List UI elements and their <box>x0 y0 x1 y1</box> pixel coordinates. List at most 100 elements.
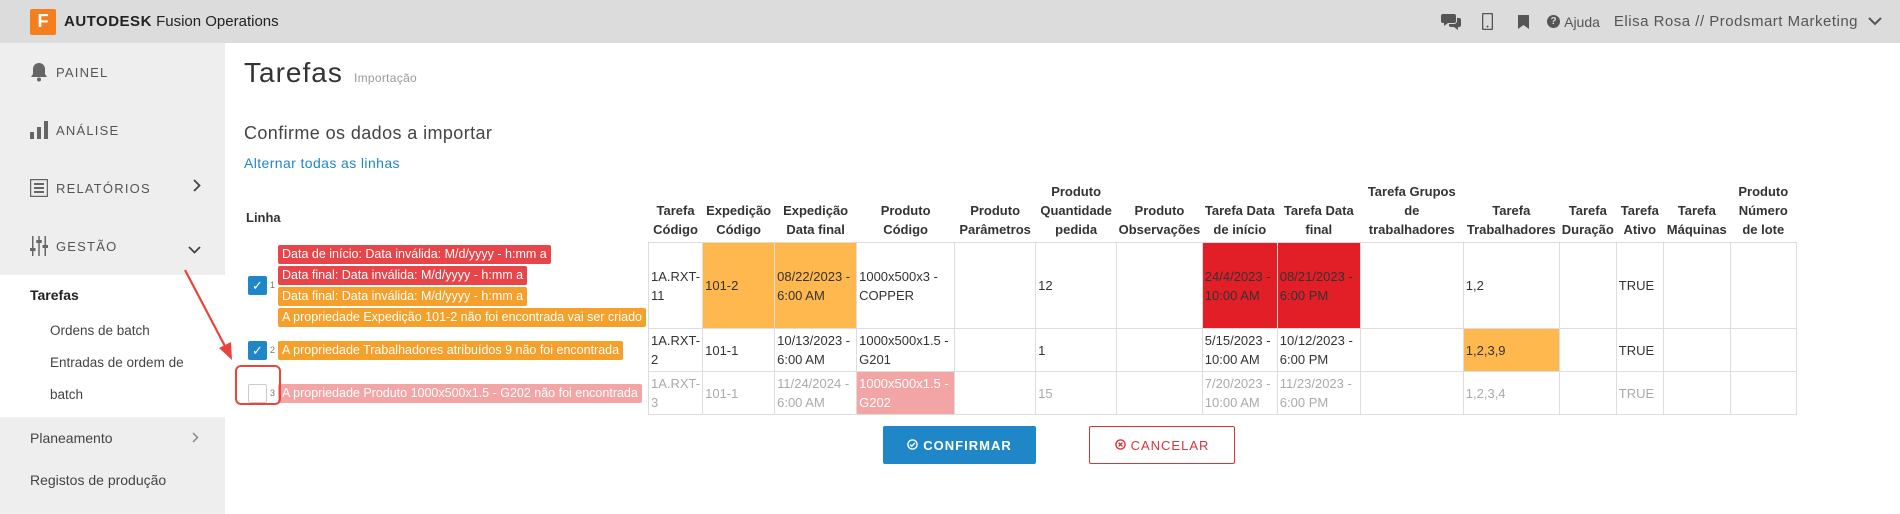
table-cell: 5/15/2023 - 10:00 AM <box>1201 328 1278 372</box>
column-header: Tarefa Máquinas <box>1666 203 1727 237</box>
confirm-button[interactable]: CONFIRMAR <box>883 426 1036 464</box>
table-cell <box>1558 328 1617 372</box>
column-header: Expedição Data final <box>783 203 849 237</box>
table-cell <box>1662 328 1731 372</box>
cancel-circle-icon <box>1114 438 1126 453</box>
brand-autodesk: AUTODESK <box>64 13 152 30</box>
table-cell: 10/12/2023 - 6:00 PM <box>1276 328 1361 372</box>
table-cell: 1,2,3,4 <box>1462 371 1560 415</box>
confirm-label: CONFIRMAR <box>923 437 1012 453</box>
column-header: Tarefa Data final <box>1283 203 1354 237</box>
table-row: ✓ 2 A propriedade Trabalhadores atribuíd… <box>244 328 1797 372</box>
table-cell: TRUE <box>1615 371 1664 415</box>
bell-icon <box>28 61 50 83</box>
help-link[interactable]: ? Ajuda <box>1547 14 1600 30</box>
chevron-right-icon <box>193 179 201 197</box>
annotation-highlight-box <box>235 365 281 405</box>
table-cell <box>954 242 1037 329</box>
sidebar-item-label: ANÁLISE <box>56 122 120 138</box>
row-checkbox[interactable]: ✓ <box>248 276 267 295</box>
table-cell <box>1662 242 1731 329</box>
table-cell <box>1116 242 1203 329</box>
table-row: ✓ 1 Data de início: Data inválida: M/d/y… <box>244 242 1797 329</box>
user-menu[interactable]: Elisa Rosa // Prodsmart Marketing <box>1614 13 1882 30</box>
row-number: 1 <box>270 280 276 290</box>
table-cell-error: 1000x500x1.5 - G202 <box>856 371 956 415</box>
table-cell: 7/20/2023 - 10:00 AM <box>1201 371 1278 415</box>
table-cell: 12 <box>1035 242 1118 329</box>
column-header: Tarefa Ativo <box>1620 203 1659 237</box>
table-cell <box>1359 328 1464 372</box>
top-bar: F AUTODESK Fusion Operations ? Ajuda Eli… <box>0 0 1900 43</box>
chat-icon[interactable] <box>1433 0 1469 43</box>
cancel-button[interactable]: CANCELAR <box>1089 426 1235 464</box>
sidebar-item-label: RELATÓRIOS <box>56 180 151 196</box>
table-cell <box>1558 371 1617 415</box>
error-badge: Data final: Data inválida: M/d/yyyy - h:… <box>278 265 528 285</box>
table-cell <box>1116 328 1203 372</box>
chevron-right-icon <box>192 430 199 447</box>
table-cell <box>1558 242 1617 329</box>
bar-chart-icon <box>28 119 50 141</box>
table-row: 3 A propriedade Produto 1000x500x1.5 - G… <box>244 371 1797 415</box>
table-cell: 15 <box>1035 371 1118 415</box>
table-cell <box>1116 371 1203 415</box>
warning-badge: A propriedade Trabalhadores atribuídos 9… <box>278 340 624 360</box>
table-cell <box>1359 371 1464 415</box>
table-cell: 1000x500x3 - COPPER <box>856 242 956 329</box>
mobile-icon[interactable] <box>1469 0 1505 43</box>
fusion-logo-icon: F <box>30 8 56 35</box>
table-cell <box>1729 242 1797 329</box>
table-cell-error: 08/21/2023 - 6:00 PM <box>1276 242 1361 329</box>
import-table: Linha Tarefa Código Expedição Código Exp… <box>244 179 1797 415</box>
column-header: Tarefa Grupos de trabalhadores <box>1367 184 1456 237</box>
app-logo[interactable]: F AUTODESK Fusion Operations <box>30 8 279 35</box>
table-cell-warning: 1,2,3,9 <box>1462 328 1560 372</box>
column-header: Tarefa Código <box>653 203 698 237</box>
help-label: Ajuda <box>1564 13 1600 30</box>
table-cell: 101-1 <box>702 328 776 372</box>
error-badge: A propriedade Produto 1000x500x1.5 - G20… <box>278 383 642 403</box>
column-header: Produto Número de lote <box>1738 184 1789 237</box>
table-cell: 1A.RXT-2 <box>647 328 704 372</box>
row-number: 2 <box>270 344 276 355</box>
table-header-row: Linha Tarefa Código Expedição Código Exp… <box>244 179 1796 243</box>
table-cell: TRUE <box>1615 242 1664 329</box>
toggle-all-rows-link[interactable]: Alternar todas as linhas <box>244 155 400 171</box>
check-circle-icon <box>907 438 919 453</box>
chevron-down-icon <box>188 241 201 259</box>
table-cell <box>1729 328 1797 372</box>
error-badge: Data de início: Data inválida: M/d/yyyy … <box>278 244 551 264</box>
error-list: A propriedade Produto 1000x500x1.5 - G20… <box>278 382 642 405</box>
table-cell-error: 24/4/2023 - 10:00 AM <box>1201 242 1278 329</box>
table-cell: 10/13/2023 - 6:00 AM <box>774 328 858 372</box>
error-list: Data de início: Data inválida: M/d/yyyy … <box>278 243 646 329</box>
brand-product: Fusion Operations <box>156 13 279 30</box>
sidebar-item-painel[interactable]: PAINEL <box>0 43 225 101</box>
table-cell: 1A.RXT-3 <box>647 371 704 415</box>
sidebar-item-registos-de-producao[interactable]: Registos de produção <box>0 459 225 501</box>
table-cell: 11/23/2023 - 6:00 PM <box>1276 371 1361 415</box>
row-checkbox[interactable]: ✓ <box>248 340 267 360</box>
table-cell-warning: 08/22/2023 - 6:00 AM <box>774 242 858 329</box>
chevron-down-icon <box>1868 13 1882 30</box>
bookmark-icon[interactable] <box>1505 0 1541 43</box>
user-label: Elisa Rosa // Prodsmart Marketing <box>1613 13 1858 30</box>
table-cell: 101-1 <box>702 371 776 415</box>
column-header: Tarefa Data de início <box>1204 203 1275 237</box>
table-cell: 1,2 <box>1462 242 1560 329</box>
cancel-label: CANCELAR <box>1130 437 1210 453</box>
sidebar-item-analise[interactable]: ANÁLISE <box>0 101 225 159</box>
sidebar-item-entradas-de-ordem-de-batch[interactable]: Entradas de ordem de batch <box>0 347 200 417</box>
table-cell: 11/24/2024 - 6:00 AM <box>774 371 858 415</box>
table-cell: 1A.RXT-11 <box>647 242 704 329</box>
column-header: Expedição Código <box>706 203 772 237</box>
table-cell <box>1359 242 1464 329</box>
sidebar-item-relatorios[interactable]: RELATÓRIOS <box>0 159 225 217</box>
column-header: Tarefa Trabalhadores <box>1466 203 1556 237</box>
confirm-heading: Confirme os dados a importar <box>244 123 493 143</box>
sidebar-item-label: PAINEL <box>56 64 109 80</box>
main-content: Tarefas Importação Confirme os dados a i… <box>244 43 1900 514</box>
column-header: Produto Observações <box>1118 203 1201 237</box>
sidebar-item-planeamento[interactable]: Planeamento <box>0 417 225 459</box>
